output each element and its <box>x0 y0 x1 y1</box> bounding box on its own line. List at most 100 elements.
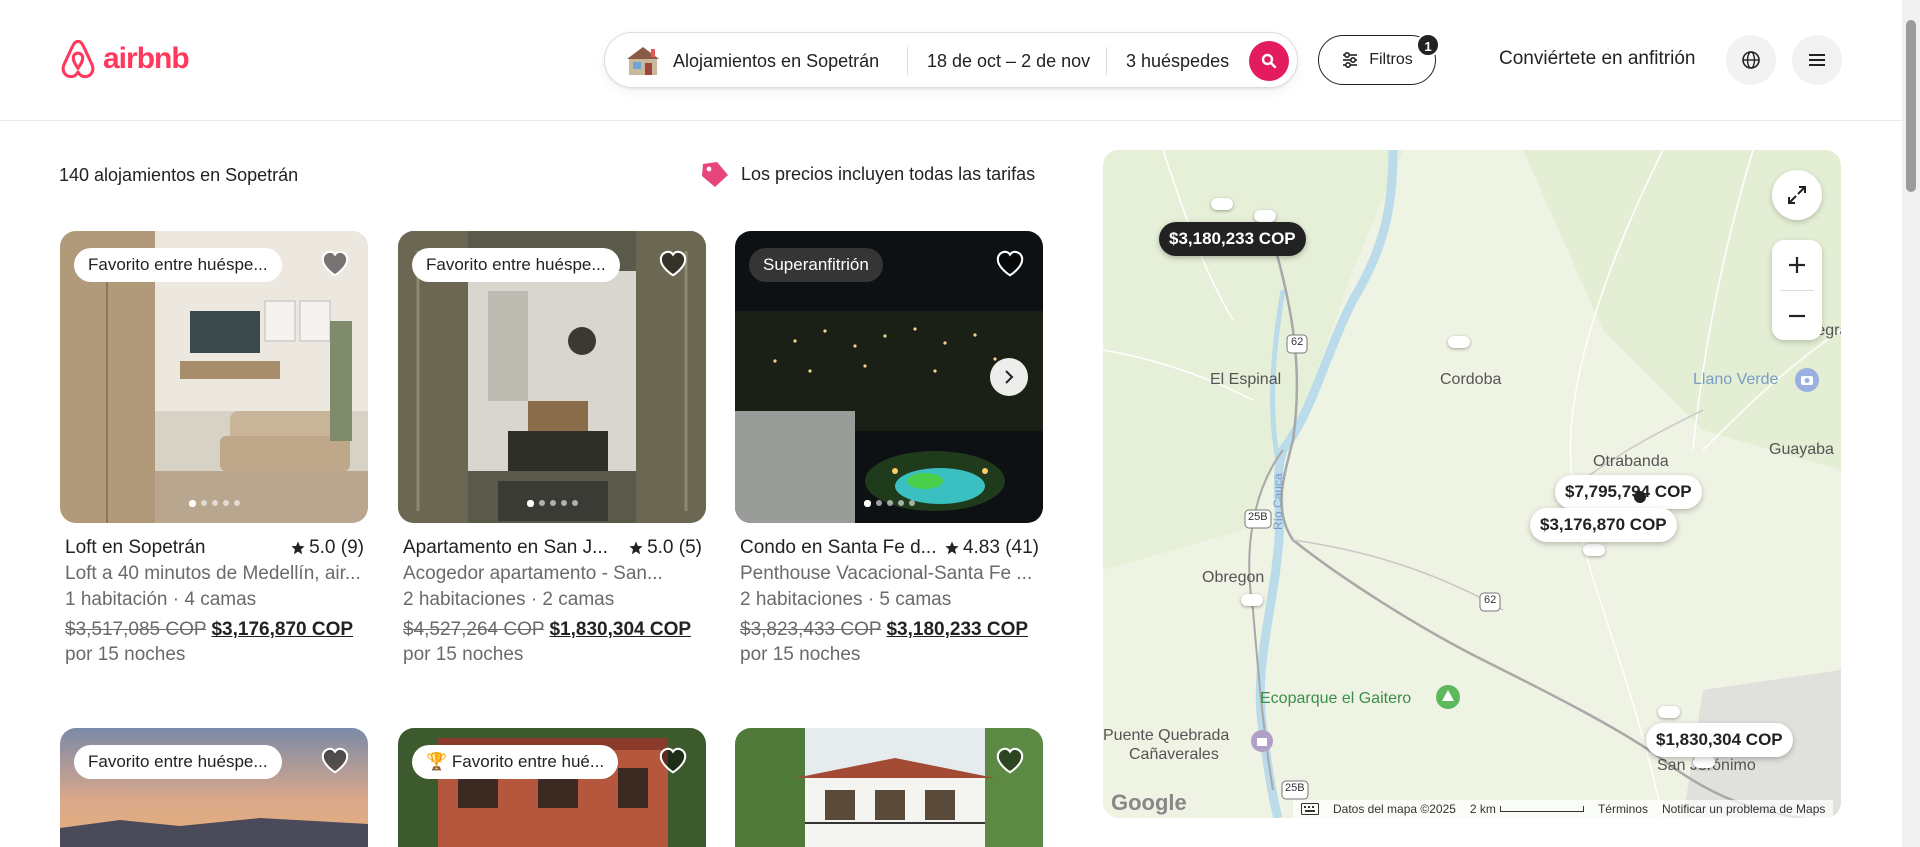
map-price-pin[interactable]: $3,180,233 COP <box>1159 222 1306 256</box>
discounted-price[interactable]: $3,180,233 COP <box>886 619 1028 640</box>
airbnb-logo[interactable]: airbnb <box>59 39 190 79</box>
star-icon <box>945 541 959 555</box>
map[interactable]: 62 25B 62 25B El Espinal Cordoba Llano V… <box>1103 150 1841 818</box>
google-logo[interactable]: Google <box>1111 790 1187 816</box>
listing-price[interactable]: $4,527,264 COP $1,830,304 COP <box>403 619 706 643</box>
star-icon <box>629 541 643 555</box>
pagination-dot <box>538 500 545 506</box>
listing-nights: por 15 noches <box>403 644 524 665</box>
report-problem-link[interactable]: Notificar un problema de Maps <box>1662 802 1825 816</box>
become-host-link[interactable]: Conviértete en anfitrión <box>1499 48 1695 70</box>
plus-icon <box>1789 257 1805 273</box>
rating-value: 5.0 (5) <box>647 537 702 558</box>
favorite-heart-icon[interactable] <box>658 746 688 776</box>
listing-rating: 4.83 (41) <box>945 537 1039 559</box>
hamburger-icon <box>1809 54 1825 66</box>
listing-rating: 5.0 (9) <box>291 537 364 559</box>
map-place-label: Puente Quebrada <box>1103 727 1230 744</box>
scrollbar-thumb[interactable] <box>1906 20 1916 192</box>
pagination-dot <box>233 500 240 506</box>
search-bar[interactable]: Alojamientos en Sopetrán 18 de oct – 2 d… <box>604 32 1298 88</box>
route-label: 25B <box>1285 782 1305 794</box>
listing-photo[interactable]: Superanfitrión <box>735 231 1043 523</box>
listing-photo[interactable]: Favorito entre huéspe... <box>398 231 706 523</box>
pagination-dot <box>222 500 229 506</box>
results-count: 140 alojamientos en Sopetrán <box>59 165 299 185</box>
scale-bar <box>1499 806 1584 812</box>
header: airbnb Alojamientos en Sopetrán 18 de oc… <box>0 0 1902 121</box>
language-button[interactable] <box>1726 35 1776 85</box>
camera-poi-icon <box>1795 368 1819 392</box>
minus-icon <box>1789 314 1805 317</box>
star-icon <box>291 541 305 555</box>
listing-nights: por 15 noches <box>65 644 186 665</box>
search-icon <box>1261 53 1277 69</box>
next-photo-button[interactable] <box>990 358 1028 396</box>
listing-photo[interactable]: Favorito entre huéspe... <box>60 231 368 523</box>
search-guests[interactable]: 3 huéspedes <box>1126 33 1229 89</box>
original-price: $4,527,264 COP <box>403 619 545 640</box>
photo-pagination <box>398 500 706 507</box>
map-mini-pin[interactable] <box>1693 756 1715 768</box>
price-tag-icon <box>702 162 728 187</box>
listing-beds: 1 habitación · 4 camas <box>65 589 257 610</box>
map-mini-pin[interactable] <box>1583 544 1605 556</box>
search-button[interactable] <box>1249 41 1289 81</box>
listing-card[interactable] <box>735 728 1043 847</box>
pagination-dot <box>188 500 196 507</box>
filters-icon <box>1343 51 1358 69</box>
discounted-price[interactable]: $1,830,304 COP <box>549 619 691 640</box>
listing-card[interactable]: Superanfitrión Condo en Santa Fe d... 4.… <box>735 231 1043 667</box>
page-scrollbar[interactable] <box>1902 0 1920 847</box>
listing-card[interactable]: Favorito entre huéspe... Apartamento en … <box>398 231 706 667</box>
pagination-dot <box>571 500 578 506</box>
map-data-credit: Datos del mapa ©2025 <box>1333 802 1456 816</box>
listing-photo[interactable] <box>735 728 1043 847</box>
map-mini-pin[interactable] <box>1211 198 1233 210</box>
listing-card[interactable]: 🏆 Favorito entre hué... <box>398 728 706 847</box>
map-price-pin[interactable]: $7,795,794 COP <box>1555 475 1702 509</box>
listing-title: Condo en Santa Fe d... <box>740 537 937 558</box>
route-label: 62 <box>1291 336 1304 348</box>
trophy-icon: 🏆 <box>426 752 448 771</box>
map-price-pin[interactable]: $3,176,870 COP <box>1530 508 1677 542</box>
listing-description: Penthouse Vacacional-Santa Fe ... <box>740 563 1033 584</box>
listing-price[interactable]: $3,517,085 COP $3,176,870 COP <box>65 619 368 643</box>
search-location[interactable]: Alojamientos en Sopetrán <box>673 33 879 89</box>
map-mini-pin[interactable] <box>1254 210 1276 222</box>
favorite-heart-icon[interactable] <box>995 249 1025 279</box>
listing-beds: 2 habitaciones · 2 camas <box>403 589 615 610</box>
map-mini-pin[interactable] <box>1241 594 1263 606</box>
map-attribution: Datos del mapa ©2025 2 km Términos Notif… <box>1293 800 1834 818</box>
map-price-pin[interactable]: $1,830,304 COP <box>1646 723 1793 757</box>
superhost-badge: Superanfitrión <box>749 248 883 282</box>
expand-map-button[interactable] <box>1772 170 1822 220</box>
listing-price[interactable]: $3,823,433 COP $3,180,233 COP <box>740 619 1043 643</box>
listing-photo[interactable]: 🏆 Favorito entre hué... <box>398 728 706 847</box>
zoom-out-button[interactable] <box>1772 291 1822 340</box>
keyboard-icon[interactable] <box>1301 803 1319 815</box>
search-dates[interactable]: 18 de oct – 2 de nov <box>927 33 1090 89</box>
pagination-dot <box>549 500 556 506</box>
filters-count-badge: 1 <box>1416 33 1440 57</box>
terms-link[interactable]: Términos <box>1598 802 1648 816</box>
listing-photo[interactable]: Favorito entre huéspe... <box>60 728 368 847</box>
photo-pagination <box>60 500 368 507</box>
map-place-label: Ecoparque el Gaitero <box>1260 690 1412 707</box>
listing-card[interactable]: Favorito entre huéspe... Loft en Sopetrá… <box>60 231 368 667</box>
original-price: $3,517,085 COP <box>65 619 207 640</box>
zoom-in-button[interactable] <box>1772 240 1822 290</box>
favorite-heart-icon[interactable] <box>320 249 350 279</box>
listing-card[interactable]: Favorito entre huéspe... <box>60 728 368 847</box>
map-mini-pin[interactable] <box>1448 336 1470 348</box>
favorite-heart-icon[interactable] <box>995 746 1025 776</box>
map-place-label: Cañaverales <box>1129 746 1219 763</box>
discounted-price[interactable]: $3,176,870 COP <box>211 619 353 640</box>
pagination-dot <box>863 500 871 507</box>
favorite-heart-icon[interactable] <box>320 746 350 776</box>
favorite-heart-icon[interactable] <box>658 249 688 279</box>
map-place-label: Guayaba <box>1769 441 1834 458</box>
logo-text: airbnb <box>103 42 190 75</box>
map-mini-pin[interactable] <box>1658 706 1680 718</box>
main-menu-button[interactable] <box>1792 35 1842 85</box>
